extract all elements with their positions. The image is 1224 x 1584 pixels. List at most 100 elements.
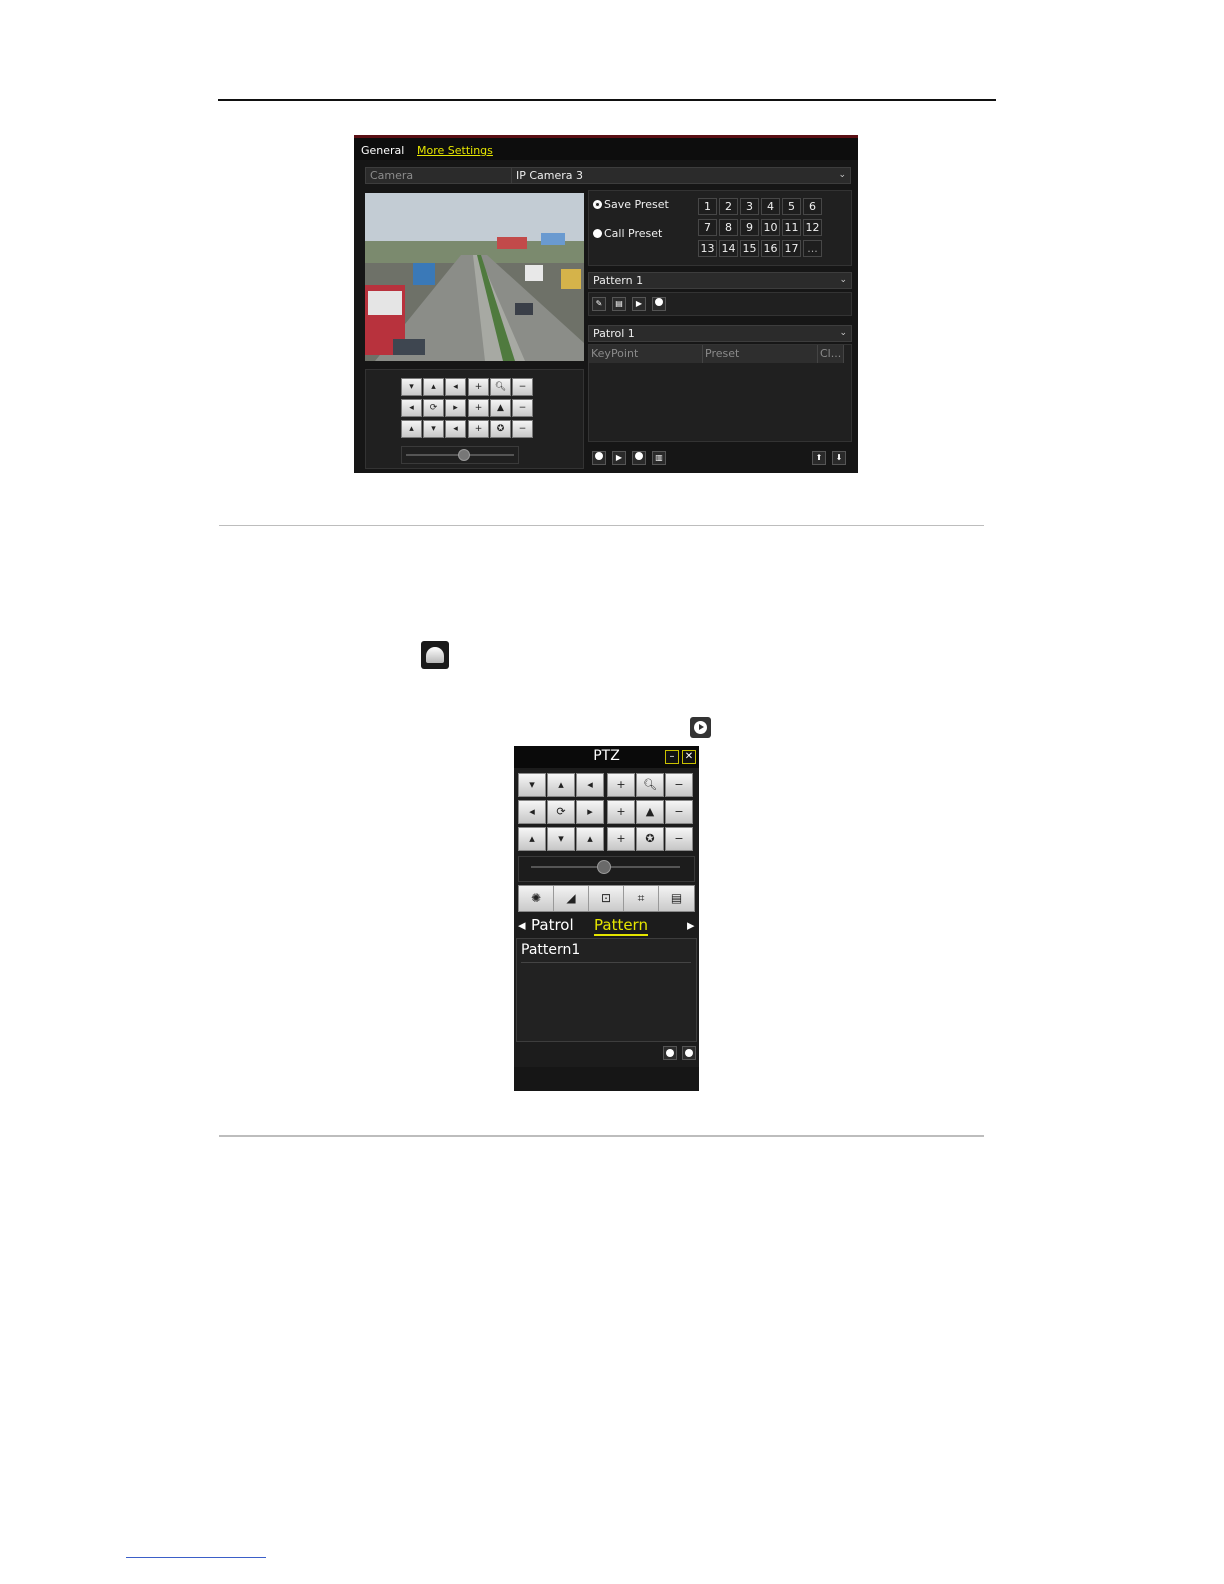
preset-button[interactable]: 16 bbox=[761, 240, 780, 257]
menu-icon[interactable]: ▤ bbox=[659, 886, 694, 911]
tab-general[interactable]: General bbox=[361, 144, 404, 157]
move-down-icon[interactable]: ⬇ bbox=[832, 451, 846, 465]
save-preset-option[interactable]: Save Preset bbox=[593, 198, 669, 211]
preset-button[interactable]: 8 bbox=[719, 219, 738, 236]
preset-button[interactable]: 9 bbox=[740, 219, 759, 236]
more-presets-button[interactable]: ... bbox=[803, 240, 822, 257]
preset-button[interactable]: 14 bbox=[719, 240, 738, 257]
down-right-button[interactable]: ◂ bbox=[445, 420, 466, 438]
up-left-button[interactable]: ▾ bbox=[401, 378, 422, 396]
down-button[interactable]: ▾ bbox=[423, 420, 444, 438]
light-icon[interactable]: ✺ bbox=[519, 886, 554, 911]
play-icon[interactable]: ▶ bbox=[612, 451, 626, 465]
iris-close-button[interactable]: − bbox=[512, 420, 533, 438]
tab-next-arrow-icon[interactable]: ▸ bbox=[687, 916, 695, 934]
auto-rotate-button[interactable]: ⟳ bbox=[547, 800, 575, 824]
focus-near-button[interactable]: + bbox=[468, 399, 489, 417]
speed-slider[interactable] bbox=[401, 446, 519, 464]
play-pattern-button[interactable] bbox=[663, 1046, 677, 1060]
ptz-panel-screenshot: PTZ – ✕ ▾ ▴ ◂ ◂ ⟳ ▸ ▴ ▾ ▴ + 🔍︎ − + ▲ − +… bbox=[514, 746, 699, 1091]
left-button[interactable]: ◂ bbox=[401, 399, 422, 417]
3d-zoom-icon[interactable]: ⊡ bbox=[589, 886, 624, 911]
list-item[interactable]: Pattern1 bbox=[521, 942, 691, 963]
up-button[interactable]: ▴ bbox=[423, 378, 444, 396]
minimize-icon[interactable]: – bbox=[665, 750, 679, 764]
ptz-aux-toolbar: ✺ ◢ ⊡ ⌗ ▤ bbox=[518, 885, 695, 912]
move-up-icon[interactable]: ⬆ bbox=[812, 451, 826, 465]
pencil-icon[interactable]: ✎ bbox=[592, 297, 606, 311]
add-keypoint-icon[interactable] bbox=[592, 451, 606, 465]
stop-pattern-button[interactable] bbox=[682, 1046, 696, 1060]
preset-button[interactable]: 3 bbox=[740, 198, 759, 215]
tab-more-settings[interactable]: More Settings bbox=[417, 144, 493, 157]
zoom-out-button[interactable]: − bbox=[665, 773, 693, 797]
speed-slider-thumb[interactable] bbox=[597, 860, 611, 874]
preset-button[interactable]: 11 bbox=[782, 219, 801, 236]
wiper-icon[interactable]: ◢ bbox=[554, 886, 589, 911]
preset-button[interactable]: 12 bbox=[803, 219, 822, 236]
speed-slider[interactable] bbox=[518, 856, 695, 882]
ptz-title-bar: PTZ – ✕ bbox=[514, 746, 699, 768]
preset-button[interactable]: 15 bbox=[740, 240, 759, 257]
up-button[interactable]: ▴ bbox=[547, 773, 575, 797]
preset-button[interactable]: 17 bbox=[782, 240, 801, 257]
stop-icon[interactable] bbox=[632, 451, 646, 465]
center-icon[interactable]: ⌗ bbox=[624, 886, 659, 911]
zoom-out-button[interactable]: − bbox=[512, 378, 533, 396]
speed-slider-thumb[interactable] bbox=[458, 449, 470, 461]
preset-button[interactable]: 7 bbox=[698, 219, 717, 236]
preset-button[interactable]: 6 bbox=[803, 198, 822, 215]
preset-button[interactable]: 10 bbox=[761, 219, 780, 236]
down-button[interactable]: ▾ bbox=[547, 827, 575, 851]
call-preset-option[interactable]: Call Preset bbox=[593, 227, 662, 240]
iris-open-button[interactable]: + bbox=[607, 827, 635, 851]
up-right-button[interactable]: ◂ bbox=[445, 378, 466, 396]
tab-prev-arrow-icon[interactable]: ◂ bbox=[518, 916, 526, 934]
patrol-select[interactable]: Patrol 1 ⌄ bbox=[588, 325, 852, 342]
preset-button[interactable]: 1 bbox=[698, 198, 717, 215]
column-header-keypoint: KeyPoint bbox=[589, 345, 703, 363]
auto-rotate-button[interactable]: ⟳ bbox=[423, 399, 444, 417]
section-divider bbox=[219, 1135, 984, 1137]
zoom-in-button[interactable]: + bbox=[607, 773, 635, 797]
down-right-button[interactable]: ▴ bbox=[576, 827, 604, 851]
iris-open-button[interactable]: + bbox=[468, 420, 489, 438]
camera-select[interactable]: IP Camera 3 ⌄ bbox=[511, 167, 851, 184]
iris-icon: ✪ bbox=[636, 827, 664, 851]
up-left-button[interactable]: ▾ bbox=[518, 773, 546, 797]
pattern-toolbar: ✎ ▤ ▶ bbox=[588, 292, 852, 316]
footer-link-underline[interactable] bbox=[126, 1557, 266, 1558]
save-icon[interactable]: ▤ bbox=[612, 297, 626, 311]
tab-pattern[interactable]: Pattern bbox=[594, 916, 648, 936]
down-left-button[interactable]: ▴ bbox=[518, 827, 546, 851]
patrol-keypoint-table: KeyPoint Preset Cl... bbox=[588, 344, 852, 442]
ptz-control-panel: ▾ ▴ ◂ ◂ ⟳ ▸ ▴ ▾ ◂ + 🔍︎ − + ▲ − + ✪ − bbox=[365, 369, 584, 469]
preset-button[interactable]: 5 bbox=[782, 198, 801, 215]
left-button[interactable]: ◂ bbox=[518, 800, 546, 824]
chevron-down-icon: ⌄ bbox=[839, 328, 847, 338]
play-icon[interactable]: ▶ bbox=[632, 297, 646, 311]
up-right-button[interactable]: ◂ bbox=[576, 773, 604, 797]
right-button[interactable]: ▸ bbox=[576, 800, 604, 824]
close-icon[interactable]: ✕ bbox=[682, 750, 696, 764]
tab-patrol[interactable]: Patrol bbox=[531, 916, 574, 934]
preset-button[interactable]: 4 bbox=[761, 198, 780, 215]
iris-close-button[interactable]: − bbox=[665, 827, 693, 851]
section-divider bbox=[219, 525, 984, 526]
pattern-select[interactable]: Pattern 1 ⌄ bbox=[588, 272, 852, 289]
trash-icon[interactable]: ▥ bbox=[652, 451, 666, 465]
stop-icon[interactable] bbox=[652, 297, 666, 311]
preset-button[interactable]: 2 bbox=[719, 198, 738, 215]
right-button[interactable]: ▸ bbox=[445, 399, 466, 417]
preset-button[interactable]: 13 bbox=[698, 240, 717, 257]
patrol-select-value: Patrol 1 bbox=[593, 327, 635, 340]
chevron-down-icon: ⌄ bbox=[838, 170, 846, 180]
focus-far-button[interactable]: − bbox=[665, 800, 693, 824]
zoom-in-button[interactable]: + bbox=[468, 378, 489, 396]
focus-near-button[interactable]: + bbox=[607, 800, 635, 824]
down-left-button[interactable]: ▴ bbox=[401, 420, 422, 438]
camera-select-value: IP Camera 3 bbox=[516, 169, 584, 182]
focus-far-button[interactable]: − bbox=[512, 399, 533, 417]
zoom-icon: 🔍︎ bbox=[490, 378, 511, 396]
pattern-select-value: Pattern 1 bbox=[593, 274, 644, 287]
